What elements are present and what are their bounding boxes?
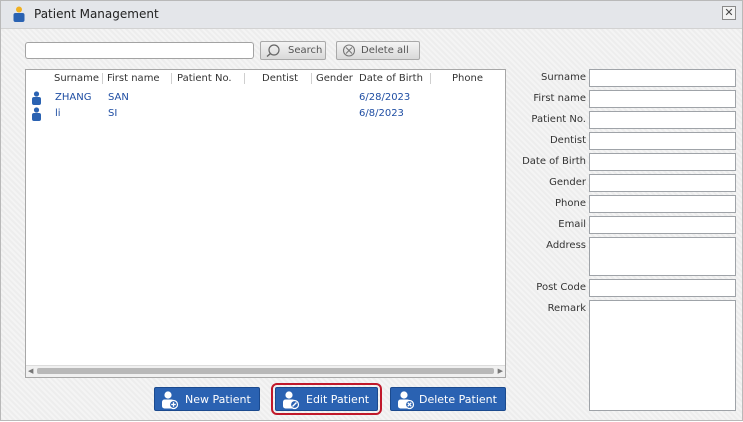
patient-management-window: Patient Management ✕ Search Delete all S… [0,0,743,421]
search-input[interactable] [25,42,254,59]
patient-no-field[interactable] [589,111,736,129]
column-separator[interactable] [102,73,103,84]
edit-patient-highlight [271,383,382,415]
cell-surname: ZHANG [55,92,92,103]
label-address: Address [546,240,586,251]
gender-field[interactable] [589,174,736,192]
scroll-left-icon[interactable]: ◀ [28,367,33,375]
dentist-field[interactable] [589,132,736,150]
delete-all-button-label: Delete all [361,45,409,56]
column-separator[interactable] [430,73,431,84]
new-patient-button-label: New Patient [185,393,251,406]
cell-date-of-birth: 6/28/2023 [359,92,411,103]
column-header-phone[interactable]: Phone [452,73,483,84]
first-name-field[interactable] [589,90,736,108]
column-separator[interactable] [244,73,245,84]
column-header-gender[interactable]: Gender [316,73,353,84]
delete-all-button[interactable]: Delete all [336,41,420,60]
window-title: Patient Management [34,7,159,21]
email-field[interactable] [589,216,736,234]
post-code-field[interactable] [589,279,736,297]
horizontal-scrollbar[interactable]: ◀ ▶ [26,365,505,377]
label-first-name: First name [533,93,586,104]
table-row[interactable]: li SI 6/8/2023 [26,106,505,122]
label-surname: Surname [541,72,586,83]
cell-surname: li [55,108,61,119]
label-remark: Remark [547,303,586,314]
new-patient-button[interactable]: New Patient [154,387,260,411]
column-header-dentist[interactable]: Dentist [262,73,298,84]
label-gender: Gender [549,177,586,188]
close-button[interactable]: ✕ [722,6,736,20]
delete-patient-button[interactable]: Delete Patient [390,387,506,411]
label-dentist: Dentist [549,135,586,146]
patient-form-labels: Surname First name Patient No. Dentist D… [501,1,586,422]
title-bar: Patient Management ✕ [1,1,742,29]
surname-field[interactable] [589,69,736,87]
new-patient-icon [162,391,179,410]
cell-first-name: SI [108,108,118,119]
delete-all-icon [342,44,356,57]
date-of-birth-field[interactable] [589,153,736,171]
address-field[interactable] [589,237,736,276]
search-button[interactable]: Search [260,41,326,60]
phone-field[interactable] [589,195,736,213]
patient-icon [13,6,25,22]
patient-list[interactable]: Surname First name Patient No. Dentist G… [25,69,506,378]
label-post-code: Post Code [536,282,586,293]
scrollbar-thumb[interactable] [37,368,494,374]
column-header-surname[interactable]: Surname [54,73,99,84]
search-button-label: Search [288,45,323,56]
label-patient-no: Patient No. [531,114,586,125]
label-date-of-birth: Date of Birth [522,156,586,167]
remark-field[interactable] [589,300,736,411]
cell-date-of-birth: 6/8/2023 [359,108,404,119]
table-row[interactable]: ZHANG SAN 6/28/2023 [26,90,505,106]
patient-icon [32,91,41,105]
column-separator[interactable] [311,73,312,84]
search-icon [266,44,280,57]
label-phone: Phone [555,198,586,209]
column-header-patient-no[interactable]: Patient No. [177,73,232,84]
column-header-date-of-birth[interactable]: Date of Birth [359,73,423,84]
label-email: Email [558,219,586,230]
patient-icon [32,107,41,121]
cell-first-name: SAN [108,92,129,103]
delete-patient-button-label: Delete Patient [419,393,497,406]
delete-patient-icon [398,391,415,410]
column-separator[interactable] [171,73,172,84]
close-icon: ✕ [724,6,734,19]
column-header-first-name[interactable]: First name [107,73,160,84]
